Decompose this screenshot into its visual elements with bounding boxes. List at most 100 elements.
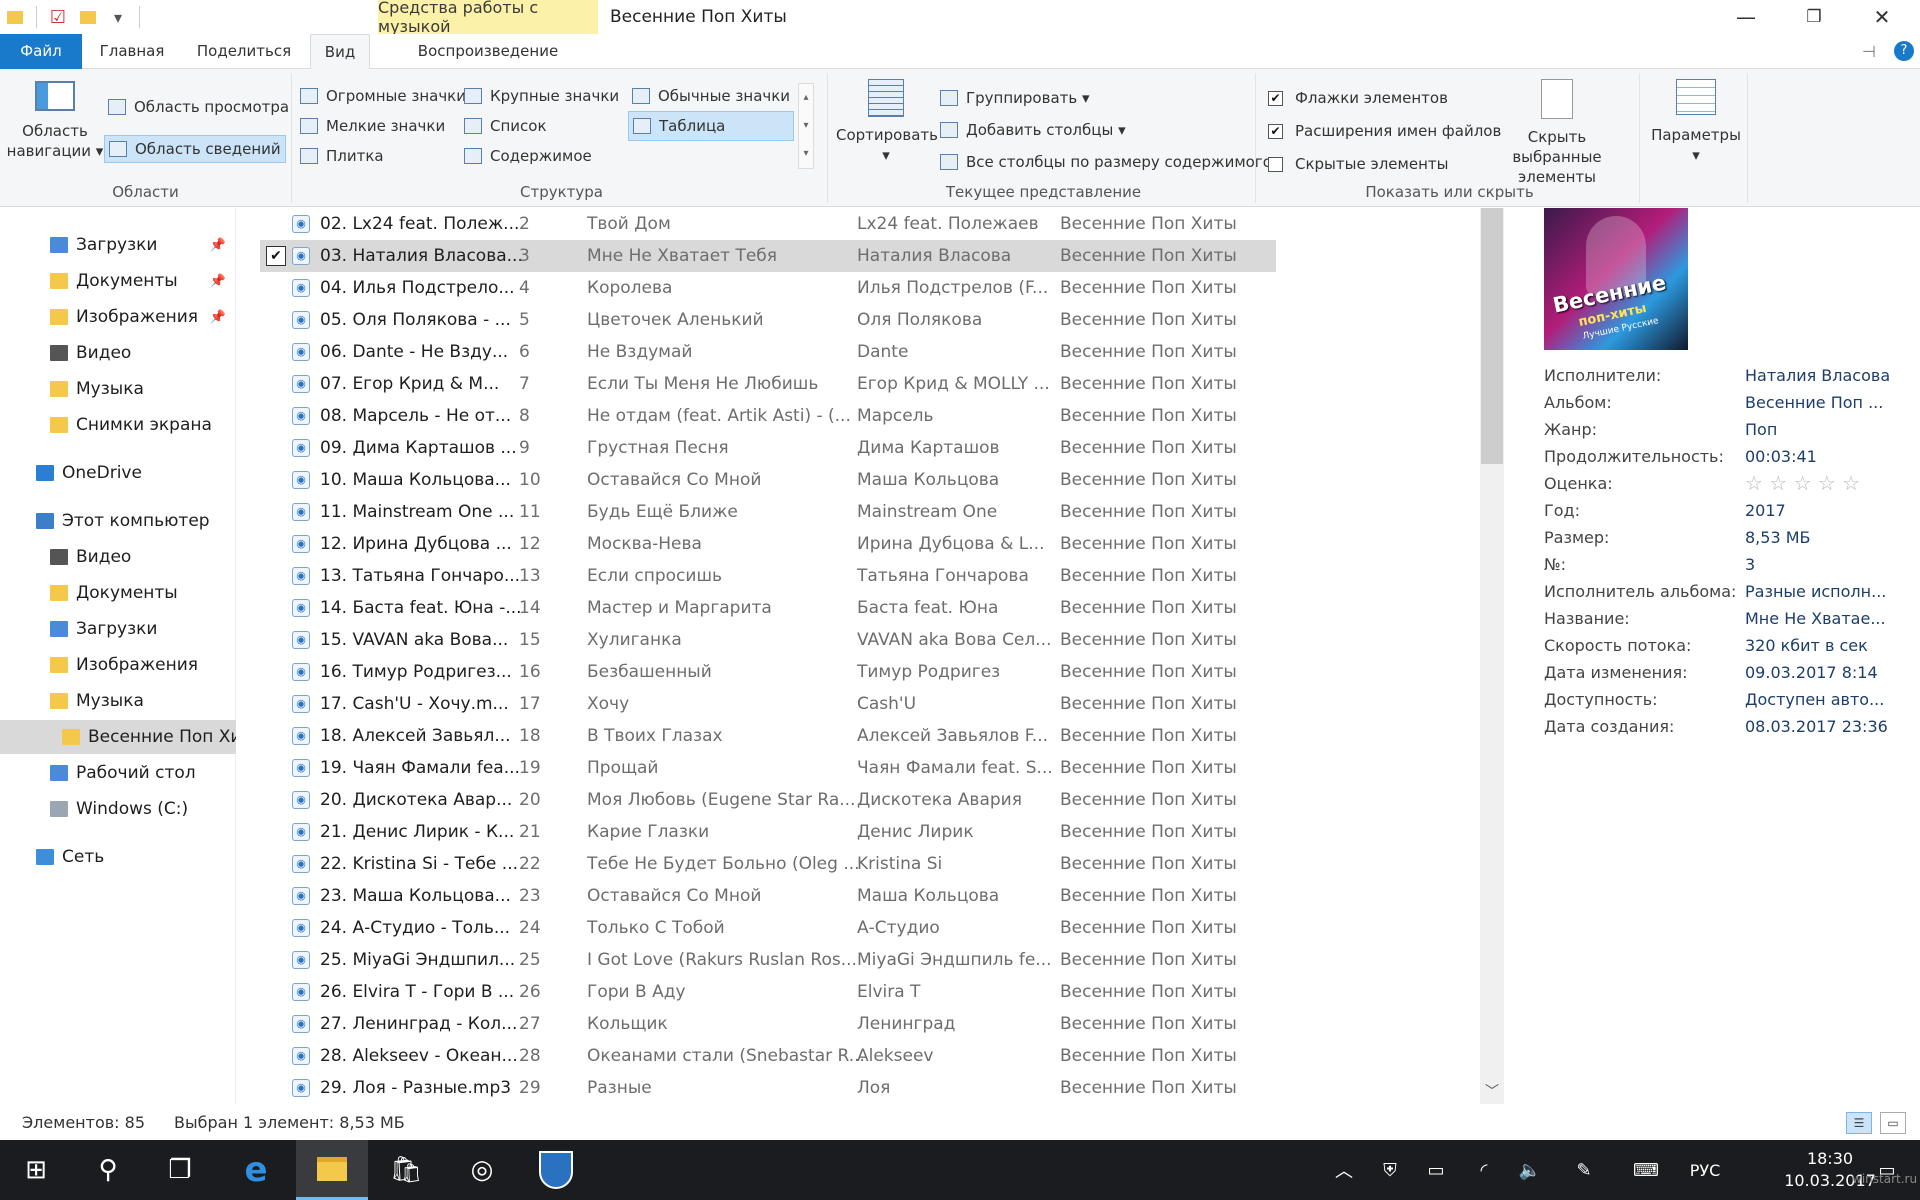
table-row[interactable]: ◉ 21. Денис Лирик - К... 21 Карие Глазки Ден… [260,816,1276,848]
groove-music-icon[interactable]: ◎ [446,1140,518,1200]
tray-keyboard-icon[interactable]: ⌨ [1626,1140,1666,1200]
details-view-toggle-icon[interactable]: ☰ [1846,1112,1872,1134]
nav-item[interactable]: Загрузки 📌 [0,228,236,262]
table-row[interactable]: ◉ 26. Elvira T - Гори В ... 26 Гори В Аду El… [260,976,1276,1008]
pin-icon[interactable]: 📌 [210,310,226,325]
nav-item[interactable]: Видео [0,540,236,574]
table-row[interactable]: ◉ 02. Lx24 feat. Полеж... 2 Твой Дом Lx24 fe… [260,208,1276,240]
table-row[interactable]: ◉ 19. Чаян Фамали fea... 19 Прощай Чаян Фама… [260,752,1276,784]
store-icon[interactable]: 🛍 [370,1140,442,1200]
file-extensions-toggle[interactable]: ✔ Расширения имен файлов [1268,118,1501,144]
preview-pane-button[interactable]: Область просмотра [104,93,293,121]
row-checkbox[interactable]: ✔ [266,246,286,266]
nav-item[interactable]: Весенние Поп Хиты [0,720,236,754]
tray-language[interactable]: РУС [1680,1140,1730,1200]
layout-tiles[interactable]: Плитка [300,143,384,169]
nav-item[interactable]: Этот компьютер [0,504,236,538]
item-checkboxes-checkbox[interactable]: ✔ [1268,90,1283,106]
file-extensions-checkbox[interactable]: ✔ [1268,123,1283,139]
table-row[interactable]: ◉ 15. VAVAN aka Вова... 15 Хулиганка VAVAN a… [260,624,1276,656]
tab-file[interactable]: Файл [0,34,82,69]
nav-item[interactable]: Изображения [0,648,236,682]
layout-list[interactable]: Список [464,113,547,139]
table-row[interactable]: ◉ 13. Татьяна Гончаро... 13 Если спросишь Та… [260,560,1276,592]
nav-item[interactable]: Сеть [0,840,236,874]
tray-battery-icon[interactable]: ▭ [1418,1140,1454,1200]
table-row[interactable]: ✔ ◉ 03. Наталия Власова... 3 Мне Не Хватает … [260,240,1276,272]
details-pane-button[interactable]: Область сведений [104,135,286,163]
tray-pen-icon[interactable]: ✎ [1566,1140,1602,1200]
pin-ribbon-icon[interactable]: ⊣ [1862,42,1876,61]
table-row[interactable]: ◉ 12. Ирина Дубцова ... 12 Москва-Нева Ирина… [260,528,1276,560]
nav-item[interactable]: Видео [0,336,236,370]
nav-item[interactable]: Изображения 📌 [0,300,236,334]
minimize-button[interactable]: — [1712,0,1780,34]
file-explorer-icon[interactable] [296,1140,368,1200]
layout-gallery-scroller[interactable]: ▴ ▾ ▾ [798,83,814,169]
table-row[interactable]: ◉ 14. Баста feat. Юна -... 14 Мастер и Марг… [260,592,1276,624]
table-row[interactable]: ◉ 23. Маша Кольцова... 23 Оставайся Со Мной… [260,880,1276,912]
table-row[interactable]: ◉ 05. Оля Полякова - ... 5 Цветочек Аленьки… [260,304,1276,336]
table-row[interactable]: ◉ 07. Егор Крид & M... 7 Если Ты Меня Не Лю… [260,368,1276,400]
search-icon[interactable]: ⚲ [72,1140,144,1200]
table-row[interactable]: ◉ 29. Лоя - Разные.mp3 29 Разные Лоя Весенние… [260,1072,1276,1104]
close-button[interactable]: ✕ [1848,0,1916,34]
sort-by-button[interactable]: Сортировать ▾ [836,79,938,165]
properties-icon[interactable]: ☑ [43,2,73,32]
table-row[interactable]: ◉ 08. Марсель - Не от... 8 Не отдам (feat. … [260,400,1276,432]
layout-medium-icons[interactable]: Обычные значки [632,83,790,109]
layout-details[interactable]: Таблица [628,111,794,141]
hide-selected-button[interactable]: Скрыть выбранные элементы [1482,79,1632,187]
nav-item[interactable]: Документы 📌 [0,264,236,298]
help-icon[interactable]: ? [1894,41,1914,61]
add-columns-button[interactable]: Добавить столбцы ▾ [940,117,1126,143]
tab-playback[interactable]: Воспроизведение [378,34,598,69]
property-value[interactable]: Поп [1745,416,1915,443]
property-value[interactable]: 320 кбит в сек [1745,632,1915,659]
table-row[interactable]: ◉ 09. Дима Карташов ... 9 Грустная Песня Дим… [260,432,1276,464]
size-all-columns-button[interactable]: Все столбцы по размеру содержимого [940,149,1272,175]
pin-icon[interactable]: 📌 [210,274,226,289]
property-value[interactable]: Мне Не Хватае... [1745,605,1915,632]
layout-small-icons[interactable]: Мелкие значки [300,113,445,139]
table-row[interactable]: ◉ 18. Алексей Завьял... 18 В Твоих Глазах Ал… [260,720,1276,752]
property-value[interactable]: Весенние Поп ... [1745,389,1915,416]
table-row[interactable]: ◉ 22. Kristina Si - Тебе ... 22 Тебе Не Буд… [260,848,1276,880]
property-value[interactable]: Доступен авто... [1745,686,1915,713]
task-view-icon[interactable]: ❐ [144,1140,216,1200]
edge-browser-icon[interactable]: e [220,1140,292,1200]
nav-item[interactable]: Музыка [0,684,236,718]
table-row[interactable]: ◉ 25. MiyaGi Эндшпил... 25 I Got Love (Raku… [260,944,1276,976]
table-row[interactable]: ◉ 24. А-Студио - Толь... 24 Только С Тобой А… [260,912,1276,944]
defender-shield-icon[interactable] [520,1140,592,1200]
nav-item[interactable]: Загрузки [0,612,236,646]
scrollbar-thumb[interactable] [1481,208,1503,464]
layout-extra-large-icons[interactable]: Огромные значки [300,83,466,109]
new-folder-icon[interactable] [73,2,103,32]
table-row[interactable]: ◉ 11. Mainstream One ... 11 Будь Ещё Ближе M… [260,496,1276,528]
table-row[interactable]: ◉ 20. Дискотека Авар... 20 Моя Любовь (Euge… [260,784,1276,816]
item-checkboxes-toggle[interactable]: ✔ Флажки элементов [1268,85,1448,111]
property-value[interactable]: Наталия Власова [1745,362,1915,389]
table-row[interactable]: ◉ 16. Тимур Родригез... 16 Безбашенный Тимур… [260,656,1276,688]
scroll-down-arrow-icon[interactable]: ﹀ [1480,1080,1504,1104]
nav-item[interactable]: Музыка [0,372,236,406]
property-value[interactable]: ☆ ☆ ☆ ☆ ☆ [1745,470,1915,497]
nav-item[interactable]: Снимки экрана [0,408,236,442]
nav-item[interactable]: Рабочий стол [0,756,236,790]
table-row[interactable]: ◉ 10. Маша Кольцова... 10 Оставайся Со Мной… [260,464,1276,496]
tab-home[interactable]: Главная [88,34,176,69]
folder-icon[interactable] [0,2,30,32]
pin-icon[interactable]: 📌 [210,238,226,253]
table-row[interactable]: ◉ 28. Alekseev - Океан... 28 Океанами стали… [260,1040,1276,1072]
tray-wifi-icon[interactable]: ◜ [1466,1140,1502,1200]
nav-item[interactable]: OneDrive [0,456,236,490]
hidden-items-checkbox[interactable] [1268,156,1283,172]
property-value[interactable]: 8,53 МБ [1745,524,1915,551]
property-value[interactable]: 09.03.2017 8:14 [1745,659,1915,686]
hidden-items-toggle[interactable]: Скрытые элементы [1268,151,1448,177]
tab-view[interactable]: Вид [310,34,370,70]
nav-item[interactable]: Windows (C:) [0,792,236,826]
property-value[interactable]: 00:03:41 [1745,443,1915,470]
action-center-icon[interactable]: ▭ [1862,1140,1912,1200]
